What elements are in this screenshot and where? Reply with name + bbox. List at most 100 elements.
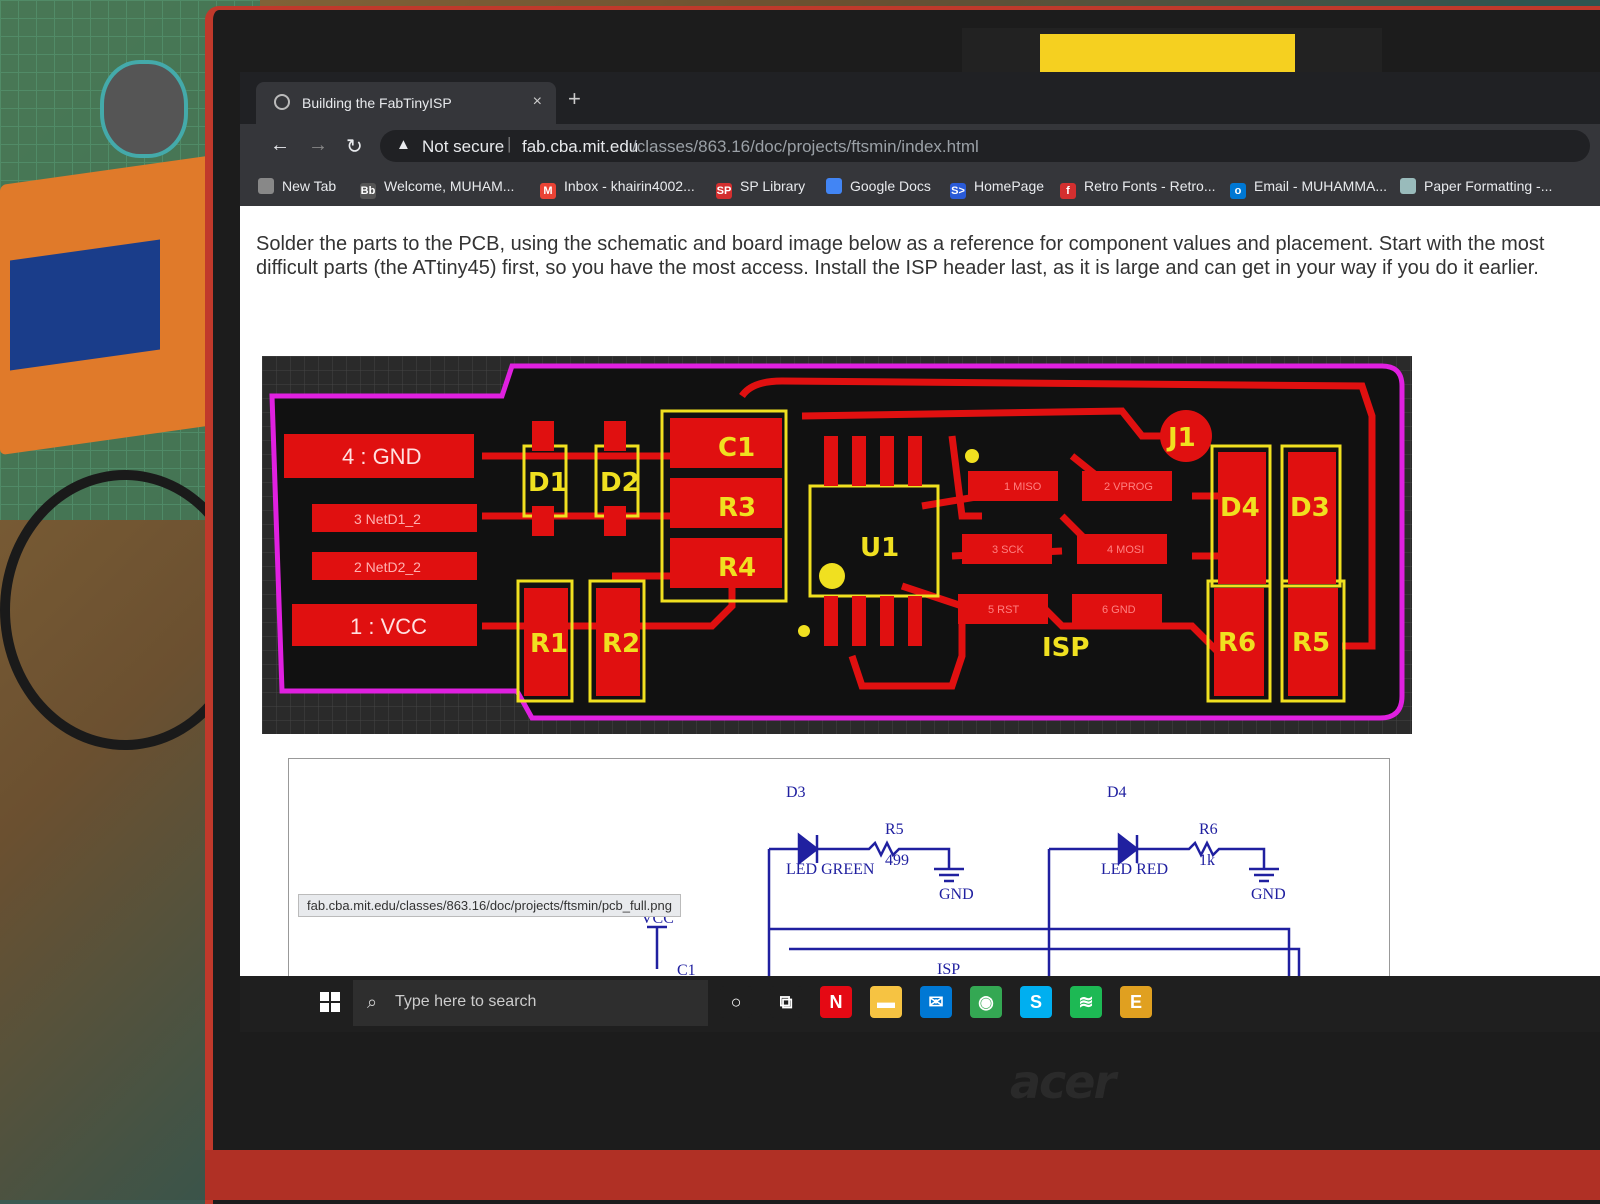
chrome-icon[interactable]: ◉ [970,986,1002,1018]
pin1-marker [965,449,979,463]
pad-label-gnd: 4 : GND [342,444,421,469]
isp-pin-1: 1 MISO [1004,481,1042,493]
label-r1: R1 [530,629,568,659]
bookmark-label: Email - MUHAMMA... [1254,178,1387,194]
label-d2: D2 [600,468,640,498]
windows-start-icon[interactable] [320,992,340,1012]
schem-d4: D4 [1107,784,1127,801]
label-u1: U1 [860,533,899,563]
schem-d4-type: LED RED [1101,861,1168,878]
laptop-screen: Building the FabTinyISP × + ← → ↻ ▲ Not … [240,72,1600,1032]
label-c1: C1 [718,433,755,463]
bookmark-item[interactable]: Bb Welcome, MUHAM... [360,178,514,199]
mail-icon[interactable]: ✉ [920,986,952,1018]
warning-icon[interactable]: ▲ [396,136,411,153]
mouse [100,60,188,158]
url-host: fab.cba.mit.edu [522,137,639,156]
label-r6: R6 [1218,628,1256,658]
divider: | [507,134,512,153]
pad-label-netd2: 2 NetD2_2 [354,559,421,575]
bookmark-item[interactable]: SP SP Library [716,178,805,199]
label-r5: R5 [1292,628,1330,658]
label-d4: D4 [1220,493,1260,523]
isp-pin-4: 4 MOSI [1107,544,1144,556]
back-arrow-icon[interactable]: ← [270,134,290,157]
bookmark-item[interactable]: o Email - MUHAMMA... [1230,178,1387,199]
browser-tab[interactable]: Building the FabTinyISP × [256,82,556,124]
status-bar-url: fab.cba.mit.edu/classes/863.16/doc/proje… [298,894,681,917]
bookmark-item[interactable]: M Inbox - khairin4002... [540,178,695,199]
label-r4: R4 [718,553,756,583]
e-app-icon[interactable]: E [1120,986,1152,1018]
bookmark-favicon-icon: f [1060,183,1076,199]
bookmark-favicon-icon: SP [716,183,732,199]
schem-r6: R6 [1199,821,1218,838]
bookmark-item[interactable]: Google Docs [826,178,931,194]
bookmark-favicon-icon: Bb [360,183,376,199]
search-icon: ⌕ [367,992,378,1012]
isp-pin-6: 6 GND [1102,604,1136,616]
taskbar-search-placeholder: Type here to search [395,993,537,1010]
reload-icon[interactable]: ↻ [346,134,363,159]
taskbar-search[interactable]: ⌕ Type here to search [353,980,708,1026]
isp-pin-2: 2 VPROG [1104,481,1153,493]
forward-arrow-icon[interactable]: → [308,134,328,157]
bookmark-label: New Tab [282,178,337,194]
bookmark-item[interactable]: f Retro Fonts - Retro... [1060,178,1215,199]
label-d3: D3 [1290,493,1330,523]
netflix-icon[interactable]: N [820,986,852,1018]
url-path: /classes/863.16/doc/projects/ftsmin/inde… [632,137,979,156]
cloud-icon [1400,178,1416,194]
nav-bar: ← → ↻ ▲ Not secure | fab.cba.mit.edu /cl… [240,124,1600,168]
tab-title: Building the FabTinyISP [302,95,452,111]
bookmark-label: Inbox - khairin4002... [564,178,695,194]
blue-part [10,239,160,371]
web-page: Solder the parts to the PCB, using the s… [240,206,1600,980]
brand-logo: acer [1010,1055,1116,1109]
tab-bar: Building the FabTinyISP × + [240,72,1600,124]
bookmark-label: SP Library [740,178,806,194]
security-label[interactable]: Not secure [422,137,504,157]
schem-r5-val: 499 [885,852,909,869]
isp-pin-3: 3 SCK [992,544,1024,556]
bookmarks-bar: New Tab Bb Welcome, MUHAM... M Inbox - khair… [240,168,1600,207]
bookmark-label: Google Docs [850,178,931,194]
bookmark-item[interactable]: Paper Formatting -... [1400,178,1552,194]
bookmark-label: HomePage [974,178,1045,194]
globe-icon [258,178,274,194]
pcb-image[interactable]: 4 : GND 3 NetD1_2 2 NetD2_2 1 : VCC 1 MI… [262,356,1412,734]
pad-label-netd1: 3 NetD1_2 [354,511,421,527]
cortana-icon[interactable]: ○ [720,986,752,1018]
spotify-icon[interactable]: ≋ [1070,986,1102,1018]
instructions-paragraph: Solder the parts to the PCB, using the s… [256,233,1545,279]
schematic-svg: D3 LED GREEN R5 499 GND D4 LED RED R6 1k… [641,784,1301,979]
close-tab-button[interactable]: × [533,93,542,111]
bookmark-label: Welcome, MUHAM... [384,178,515,194]
globe-icon [274,94,290,110]
bookmark-label: Paper Formatting -... [1424,178,1553,194]
label-isp: ISP [1042,633,1089,663]
bookmark-label: Retro Fonts - Retro... [1084,178,1216,194]
skype-icon[interactable]: S [1020,986,1052,1018]
schematic-image[interactable]: D3 LED GREEN R5 499 GND D4 LED RED R6 1k… [288,758,1390,980]
new-tab-button[interactable]: + [568,86,581,112]
isp-pin-5: 5 RST [988,604,1019,616]
schem-gnd-2: GND [1251,886,1286,903]
u1-pin1-marker [819,563,845,589]
schem-r5: R5 [885,821,904,838]
bookmark-item[interactable]: New Tab [258,178,336,194]
bookmark-favicon-icon: M [540,183,556,199]
windows-taskbar: ⌕ Type here to search ○ ⧉ N ▬ ✉ ◉ S ≋ E [240,976,1600,1032]
task-view-icon[interactable]: ⧉ [770,986,802,1018]
address-bar[interactable]: ▲ Not secure | fab.cba.mit.edu /classes/… [380,130,1590,162]
schem-d3: D3 [786,784,806,801]
label-d1: D1 [528,468,568,498]
bookmark-favicon-icon: o [1230,183,1246,199]
pcb-board-svg: 4 : GND 3 NetD1_2 2 NetD2_2 1 : VCC 1 MI… [262,356,1412,734]
pad-label-vcc: 1 : VCC [350,614,427,639]
file-explorer-icon[interactable]: ▬ [870,986,902,1018]
schem-r6-val: 1k [1199,852,1215,869]
label-j1: J1 [1166,423,1196,453]
schem-d3-type: LED GREEN [786,861,875,878]
bookmark-item[interactable]: S> HomePage [950,178,1044,199]
